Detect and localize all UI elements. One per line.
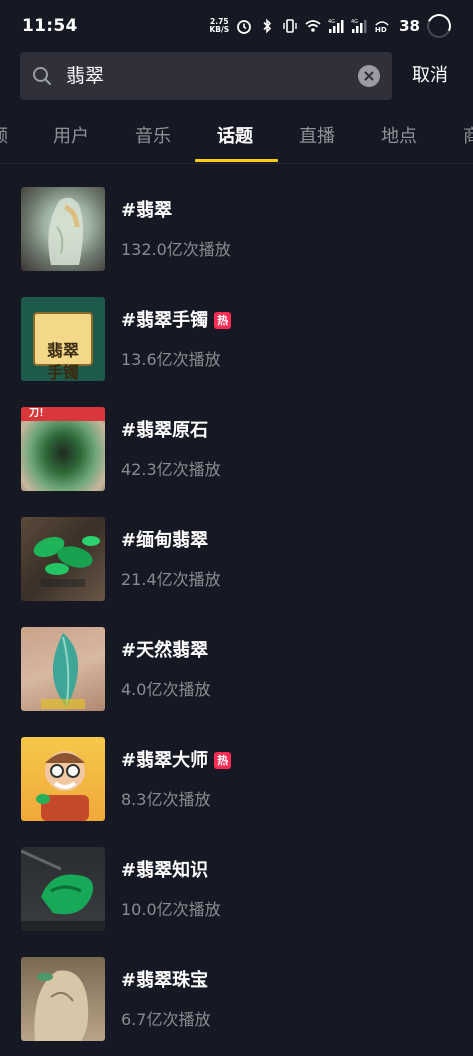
topic-title: #翡翠知识 xyxy=(121,856,208,882)
topic-title-text: #翡翠珠宝 xyxy=(121,970,209,991)
alarm-icon xyxy=(237,20,252,34)
topic-title-text: #翡翠知识 xyxy=(121,860,209,881)
topic-play-count: 4.0亿次播放 xyxy=(121,680,211,699)
hot-badge: 热 xyxy=(214,752,232,769)
topic-title: #翡翠 xyxy=(121,196,172,222)
tab-topics[interactable]: 话题 xyxy=(217,112,253,162)
svg-text:4G: 4G xyxy=(351,19,358,25)
topic-play-count: 6.7亿次播放 xyxy=(121,1010,211,1029)
topic-thumbnail xyxy=(21,627,105,711)
battery-ring-icon xyxy=(423,10,455,42)
search-row: 取消 xyxy=(0,52,473,104)
tab-music[interactable]: 音乐 xyxy=(135,112,171,162)
topic-title: #天然翡翠 xyxy=(121,636,208,662)
hot-badge: 热 xyxy=(214,312,232,329)
topic-title: #缅甸翡翠 xyxy=(121,526,208,552)
topic-row[interactable]: 翡翠 手镯 #翡翠手镯热 13.6亿次播放 xyxy=(0,286,473,396)
topic-title: #翡翠珠宝 xyxy=(121,966,208,992)
vibrate-icon xyxy=(283,19,297,33)
topic-thumbnail xyxy=(21,737,105,821)
search-input[interactable] xyxy=(66,52,366,100)
topic-row[interactable]: #缅甸翡翠 21.4亿次播放 xyxy=(0,506,473,616)
jade-dragon-carving-image xyxy=(21,849,105,931)
topic-thumbnail xyxy=(21,517,105,601)
topic-title-text: #翡翠手镯 xyxy=(121,310,209,331)
jade-stone-image xyxy=(34,970,89,1041)
topic-play-count: 10.0亿次播放 xyxy=(121,900,221,919)
topic-title-text: #翡翠 xyxy=(121,200,173,221)
topic-row[interactable]: #天然翡翠 4.0亿次播放 xyxy=(0,616,473,726)
topic-play-count: 42.3亿次播放 xyxy=(121,460,221,479)
tab-products[interactable]: 商 xyxy=(463,112,473,162)
battery-level: 38 xyxy=(399,17,420,35)
tab-video[interactable]: 频 xyxy=(0,112,8,162)
search-tabs: 频 用户 音乐 话题 直播 地点 商 xyxy=(0,112,473,164)
svg-text:HD: HD xyxy=(375,25,387,34)
topic-title-text: #缅甸翡翠 xyxy=(121,530,209,551)
topic-thumbnail-logo: 翡翠 手镯 xyxy=(33,312,93,381)
topic-title: #翡翠大师热 xyxy=(121,746,232,772)
topic-row[interactable]: #翡翠 132.0亿次播放 xyxy=(0,176,473,286)
topic-title: #翡翠原石 xyxy=(121,416,208,442)
topic-row[interactable]: #翡翠珠宝 6.7亿次播放 xyxy=(0,946,473,1056)
topic-title-text: #天然翡翠 xyxy=(121,640,209,661)
topic-play-count: 132.0亿次播放 xyxy=(121,240,231,259)
active-tab-indicator xyxy=(195,159,278,162)
network-speed-unit: KB/S xyxy=(209,25,230,34)
clear-search-icon[interactable] xyxy=(358,65,380,87)
topic-thumbnail: 刀！ xyxy=(21,407,105,491)
topic-row[interactable]: #翡翠知识 10.0亿次播放 xyxy=(0,836,473,946)
tab-live[interactable]: 直播 xyxy=(299,112,335,162)
jade-master-cartoon-image xyxy=(36,751,89,821)
svg-text:4G: 4G xyxy=(328,19,335,25)
topic-thumbnail xyxy=(21,847,105,931)
status-bar: 11:54 2.75 KB/S 4G 4G HD 38 xyxy=(0,0,473,52)
topic-thumbnail-text: 翡翠 手镯 xyxy=(46,341,79,381)
signal-4g-icon: 4G xyxy=(328,19,344,33)
topic-row[interactable]: 刀！ #翡翠原石 42.3亿次播放 xyxy=(0,396,473,506)
status-time: 11:54 xyxy=(22,16,78,36)
cancel-button[interactable]: 取消 xyxy=(412,52,448,100)
tab-users[interactable]: 用户 xyxy=(53,112,89,162)
topic-title-text: #翡翠原石 xyxy=(121,420,209,441)
topic-play-count: 13.6亿次播放 xyxy=(121,350,221,369)
topic-thumbnail: 翡翠 手镯 xyxy=(21,297,105,381)
close-icon xyxy=(364,71,374,81)
search-box[interactable] xyxy=(20,52,392,100)
signal-4g-icon: 4G xyxy=(351,19,367,33)
topic-row[interactable]: #翡翠大师热 8.3亿次播放 xyxy=(0,726,473,836)
status-icons: 2.75 KB/S 4G 4G HD 38 xyxy=(209,10,455,42)
hd-icon: HD xyxy=(375,21,389,34)
topic-thumbnail-banner: 刀！ xyxy=(21,407,105,421)
jade-carving-image xyxy=(48,197,83,265)
topic-thumbnail xyxy=(21,957,105,1041)
wifi-icon xyxy=(305,20,321,32)
topic-thumbnail xyxy=(21,187,105,271)
network-speed: 2.75 KB/S xyxy=(209,18,229,34)
jade-pieces-image xyxy=(33,536,100,587)
tab-places[interactable]: 地点 xyxy=(381,112,417,162)
topic-play-count: 21.4亿次播放 xyxy=(121,570,221,589)
jade-leaf-image xyxy=(41,633,85,709)
search-icon xyxy=(33,67,52,86)
topic-title-text: #翡翠大师 xyxy=(121,750,209,771)
topic-title: #翡翠手镯热 xyxy=(121,306,232,332)
topic-play-count: 8.3亿次播放 xyxy=(121,790,211,809)
topic-thumbnail-text: 刀！ xyxy=(29,408,49,419)
bluetooth-icon xyxy=(263,18,272,34)
